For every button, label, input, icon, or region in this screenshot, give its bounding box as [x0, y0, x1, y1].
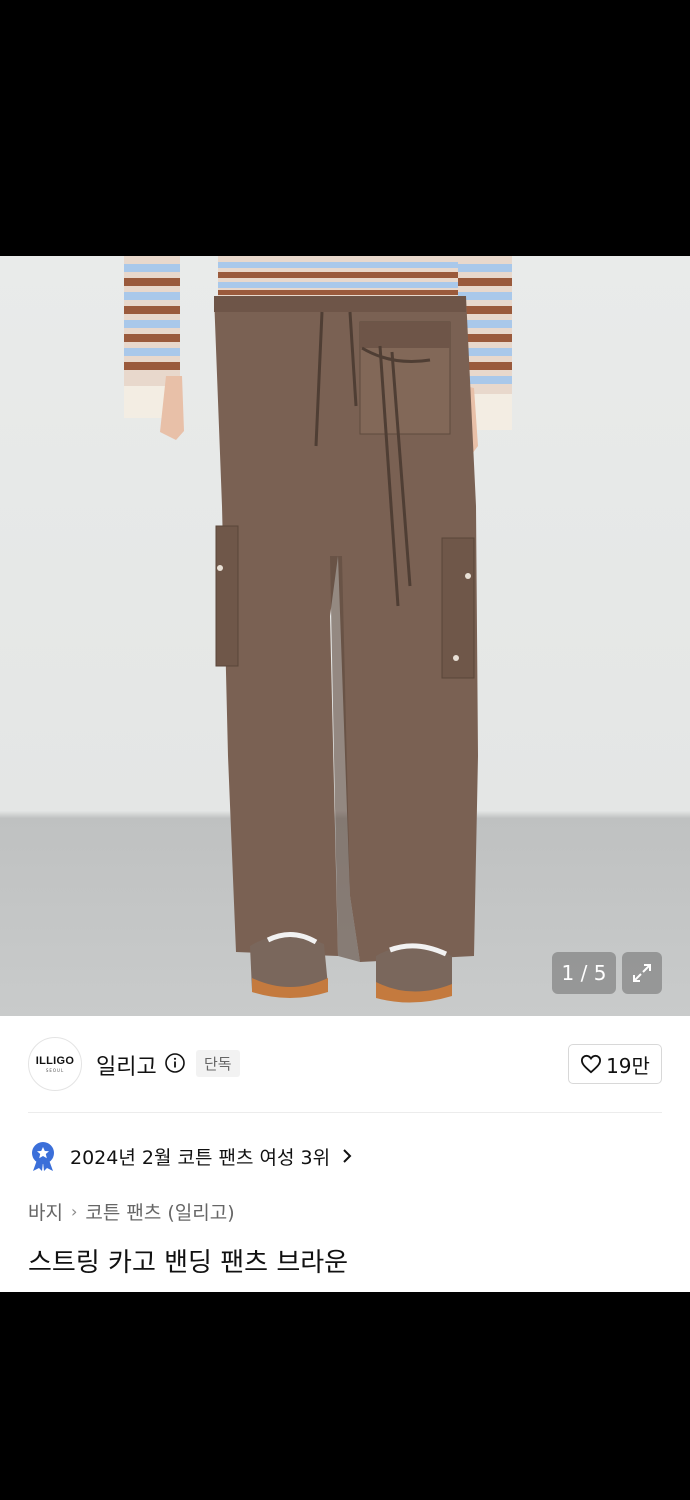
breadcrumb: 바지 › 코튼 팬츠 (일리고) — [28, 1198, 235, 1225]
chevron-right-icon — [343, 1149, 352, 1163]
expand-button[interactable] — [622, 952, 662, 994]
ranking-badge-icon — [32, 1142, 54, 1171]
expand-icon — [633, 964, 651, 982]
product-photo — [124, 256, 512, 1003]
bottom-black-area — [0, 1292, 690, 1500]
brand-logo-text: ILLIGO — [35, 1055, 75, 1067]
breadcrumb-brand[interactable]: (일리고) — [167, 1198, 234, 1225]
ranking-row[interactable]: 2024년 2월 코튼 팬츠 여성 3위 — [28, 1140, 356, 1172]
brand-name[interactable]: 일리고 — [96, 1049, 157, 1081]
breadcrumb-category[interactable]: 바지 — [28, 1198, 63, 1225]
divider — [28, 1112, 662, 1113]
brand-row: ILLIGO SEOUL 일리고 단독 19만 — [28, 1036, 662, 1092]
product-info-panel: ILLIGO SEOUL 일리고 단독 19만 2024년 2월 코튼 팬츠 여… — [0, 1016, 690, 1292]
brand-logo[interactable]: ILLIGO SEOUL — [28, 1037, 82, 1091]
image-counter: 1 / 5 — [552, 952, 616, 994]
info-circle-icon[interactable] — [165, 1053, 185, 1073]
breadcrumb-chevron-icon: › — [70, 1202, 78, 1221]
product-image[interactable] — [0, 256, 690, 1016]
ranking-text: 2024년 2월 코튼 팬츠 여성 3위 — [70, 1146, 331, 1169]
breadcrumb-subcategory[interactable]: 코튼 팬츠 — [85, 1198, 161, 1225]
brand-logo-subtext: SEOUL — [45, 1068, 65, 1073]
like-count: 19만 — [606, 1053, 650, 1078]
product-title: 스트링 카고 밴딩 팬츠 브라운 — [28, 1248, 349, 1278]
like-button[interactable]: 19만 — [568, 1044, 662, 1084]
top-black-area — [0, 0, 690, 256]
heart-icon — [581, 1054, 602, 1074]
exclusive-badge: 단독 — [196, 1050, 240, 1077]
